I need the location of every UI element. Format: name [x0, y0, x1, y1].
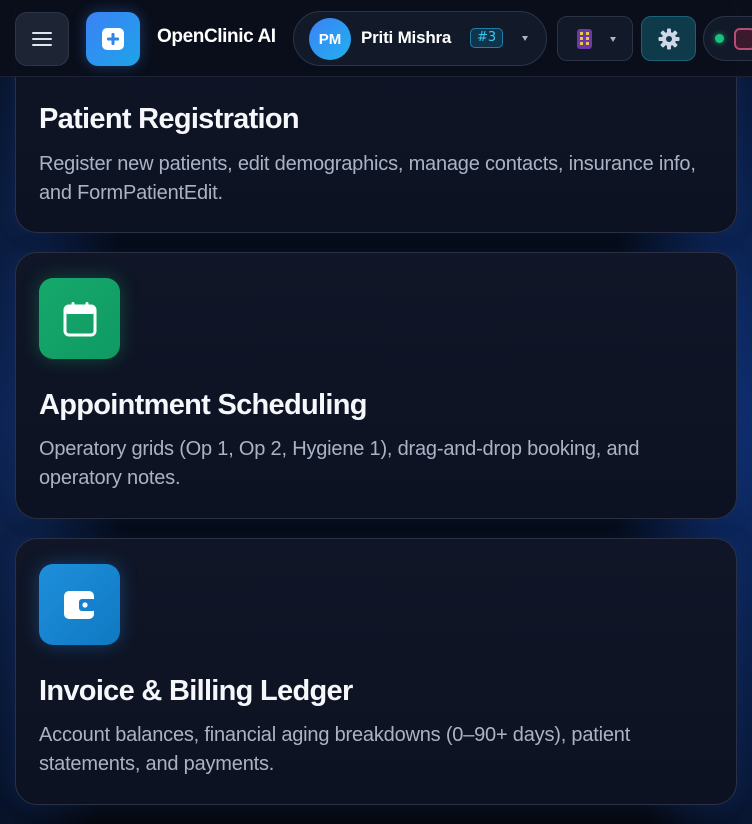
- gear-icon[interactable]: [641, 16, 696, 61]
- avatar: PM: [309, 18, 351, 60]
- app-name: OpenClinic AI: [157, 26, 276, 47]
- status-and-logout[interactable]: [703, 16, 752, 61]
- card-description: Operatory grids (Op 1, Op 2, Hygiene 1),…: [39, 438, 640, 489]
- wallet-icon: [39, 564, 120, 645]
- apps-dropdown[interactable]: [557, 16, 633, 61]
- online-status-dot: [715, 34, 724, 43]
- chevron-down-icon: [522, 36, 528, 41]
- logout-icon[interactable]: [734, 28, 752, 50]
- user-menu[interactable]: PM Priti Mishra #3: [293, 11, 547, 66]
- card-title: Appointment Scheduling: [39, 389, 367, 421]
- module-card-invoice-billing[interactable]: Invoice & Billing Ledger Account balance…: [15, 538, 737, 805]
- calendar-icon: [39, 278, 120, 359]
- module-card-appointment-scheduling[interactable]: Appointment Scheduling Operatory grids (…: [15, 252, 737, 519]
- top-navigation-bar: OpenClinic AI PM Priti Mishra #3: [0, 0, 752, 77]
- card-description: Register new patients, edit demographics…: [39, 153, 696, 204]
- hamburger-menu-icon[interactable]: [15, 12, 69, 66]
- user-name: Priti Mishra: [361, 28, 452, 47]
- chevron-down-icon: [610, 37, 616, 42]
- building-icon: [577, 29, 592, 49]
- plus-square-icon[interactable]: [86, 12, 140, 66]
- card-title: Patient Registration: [39, 103, 300, 135]
- card-description: Account balances, financial aging breakd…: [39, 724, 631, 775]
- card-title: Invoice & Billing Ledger: [39, 675, 353, 707]
- user-badge: #3: [470, 28, 504, 48]
